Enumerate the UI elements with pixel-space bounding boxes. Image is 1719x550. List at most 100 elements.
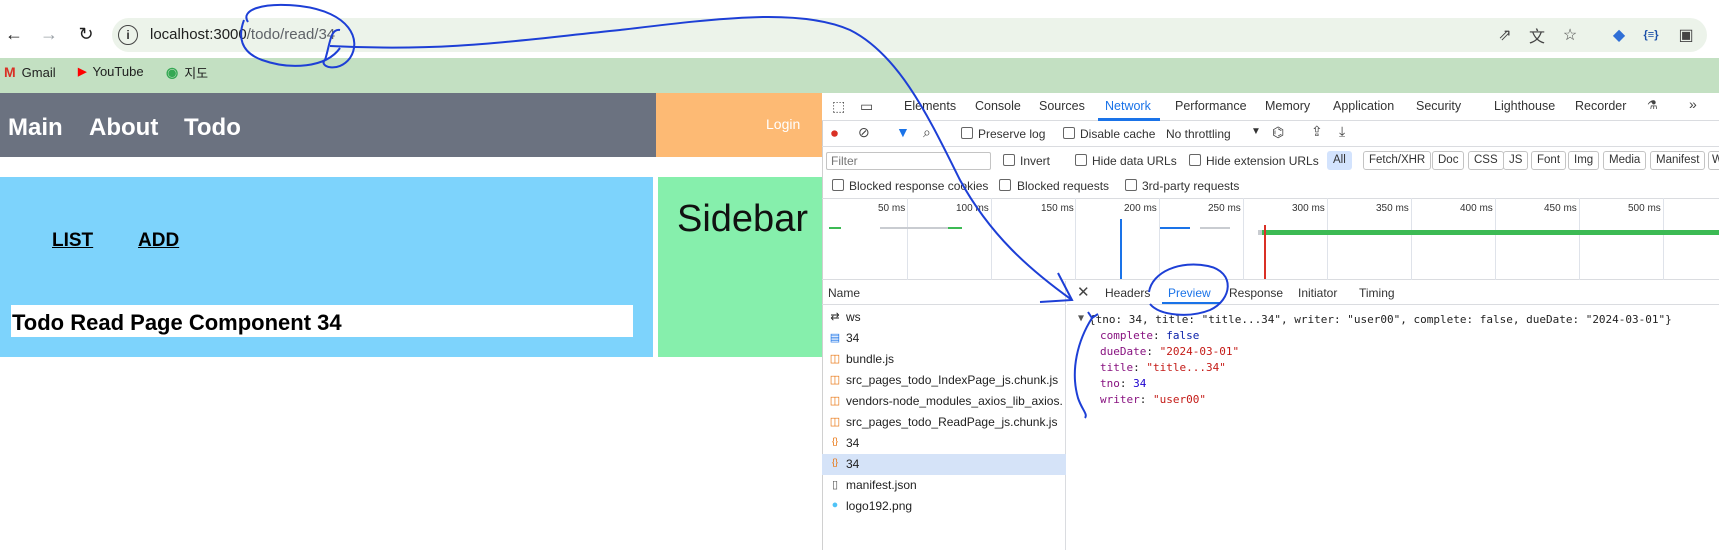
type-filter-fetch[interactable]: Fetch/XHR: [1363, 151, 1432, 170]
network-conditions-icon[interactable]: ⌬: [1272, 124, 1284, 141]
json-extension-icon[interactable]: {≡}: [1640, 24, 1662, 46]
timeline-tick: 150 ms: [1041, 203, 1074, 214]
type-filter-ws[interactable]: W: [1708, 151, 1719, 170]
timeline-bar: [1258, 230, 1719, 235]
request-row[interactable]: ◫ src_pages_todo_IndexPage_js.chunk.js: [822, 370, 1066, 391]
record-stop-icon[interactable]: ⏺: [831, 125, 838, 142]
bookmarks-bar: [0, 58, 1719, 93]
preview-summary[interactable]: {tno: 34, title: "title...34", writer: "…: [1089, 313, 1672, 326]
site-info-icon[interactable]: i: [118, 25, 138, 45]
preserve-log-label: Preserve log: [978, 127, 1046, 141]
type-filter-all[interactable]: All: [1327, 151, 1352, 170]
timeline-tick: 100 ms: [956, 203, 989, 214]
clear-icon[interactable]: ⊘: [858, 124, 870, 141]
nav-about[interactable]: About: [89, 114, 158, 142]
tab-preview[interactable]: Preview: [1168, 286, 1211, 300]
type-filter-js[interactable]: JS: [1503, 151, 1529, 170]
translate-icon[interactable]: 文: [1526, 24, 1548, 46]
fetch-icon: {}: [831, 457, 838, 467]
tab-application[interactable]: Application: [1333, 99, 1394, 113]
open-external-icon[interactable]: ⇗: [1494, 24, 1516, 46]
request-row[interactable]: ▯ manifest.json: [822, 475, 1066, 496]
type-filter-img[interactable]: Img: [1568, 151, 1600, 170]
reload-icon[interactable]: ↻: [72, 20, 100, 48]
disable-cache-checkbox[interactable]: [1063, 127, 1075, 139]
tab-response[interactable]: Response: [1229, 286, 1283, 300]
hide-extension-urls-checkbox[interactable]: [1189, 154, 1201, 166]
list-link[interactable]: LIST: [52, 230, 93, 252]
address-bar[interactable]: [112, 18, 1707, 52]
invert-label: Invert: [1020, 154, 1051, 168]
forward-arrow-icon[interactable]: →: [35, 20, 63, 48]
request-row[interactable]: ⇄ ws: [822, 307, 1066, 328]
request-row[interactable]: {} 34: [822, 433, 1066, 454]
tab-console[interactable]: Console: [975, 99, 1021, 113]
timeline-gridline: [1579, 198, 1580, 280]
expand-triangle-icon[interactable]: ▼: [1078, 313, 1084, 324]
close-icon[interactable]: ✕: [1077, 283, 1090, 301]
tab-performance[interactable]: Performance: [1175, 99, 1247, 113]
bookmark-label: 지도: [184, 66, 209, 81]
search-icon[interactable]: ⌕: [923, 124, 931, 141]
extension-icon[interactable]: ◆: [1608, 24, 1630, 46]
type-filter-css[interactable]: CSS: [1468, 151, 1504, 170]
invert-checkbox[interactable]: [1003, 154, 1015, 166]
request-row-selected[interactable]: {} 34: [822, 454, 1066, 475]
tab-initiator[interactable]: Initiator: [1298, 286, 1337, 300]
request-row[interactable]: ▤ 34: [822, 328, 1066, 349]
tab-timing[interactable]: Timing: [1359, 286, 1395, 300]
third-party-checkbox[interactable]: [1125, 179, 1137, 191]
tab-recorder[interactable]: Recorder: [1575, 99, 1626, 113]
field-key: complete: [1100, 329, 1153, 342]
chevron-down-icon[interactable]: ▼: [1251, 126, 1261, 137]
filter-input[interactable]: [826, 152, 991, 170]
filter-icon[interactable]: ▼: [896, 124, 910, 140]
fetch-icon: {}: [831, 436, 838, 446]
type-filter-font[interactable]: Font: [1531, 151, 1567, 170]
bookmark-gmail[interactable]: M Gmail: [4, 64, 56, 80]
add-link[interactable]: ADD: [138, 230, 179, 252]
blocked-cookies-checkbox[interactable]: [832, 179, 844, 191]
hide-data-urls-checkbox[interactable]: [1075, 154, 1087, 166]
device-toolbar-icon[interactable]: ▭: [860, 98, 873, 115]
profile-icon[interactable]: ▣: [1675, 24, 1697, 46]
tab-security[interactable]: Security: [1416, 99, 1461, 113]
tab-network[interactable]: Network: [1105, 99, 1151, 113]
back-arrow-icon[interactable]: ←: [0, 20, 28, 48]
request-name: ws: [846, 310, 861, 324]
tab-headers[interactable]: Headers: [1105, 286, 1150, 300]
export-har-icon[interactable]: ⤓: [1339, 123, 1345, 140]
bookmark-star-icon[interactable]: ☆: [1559, 24, 1581, 46]
nav-main[interactable]: Main: [8, 114, 63, 142]
inspect-element-icon[interactable]: ⬚: [832, 98, 845, 115]
blocked-requests-checkbox[interactable]: [999, 179, 1011, 191]
type-filter-manifest[interactable]: Manifest: [1650, 151, 1706, 170]
bookmark-label: Gmail: [21, 64, 56, 80]
request-row[interactable]: ◫ bundle.js: [822, 349, 1066, 370]
more-tabs-icon[interactable]: »: [1689, 96, 1697, 112]
youtube-icon: ▶: [78, 66, 87, 78]
tab-lighthouse[interactable]: Lighthouse: [1494, 99, 1555, 113]
nav-todo[interactable]: Todo: [184, 114, 241, 142]
script-icon: ◫: [829, 416, 841, 428]
name-column-header[interactable]: Name: [828, 286, 860, 300]
read-page-title: Todo Read Page Component 34: [12, 310, 342, 335]
tab-sources[interactable]: Sources: [1039, 99, 1085, 113]
url-text[interactable]: localhost:3000/todo/read/34: [150, 26, 335, 43]
import-har-icon[interactable]: ⇪: [1311, 123, 1323, 140]
request-row[interactable]: ● logo192.png: [822, 496, 1066, 517]
login-link[interactable]: Login: [766, 116, 800, 132]
bookmark-maps[interactable]: ◉ 지도: [166, 63, 208, 82]
type-filter-media[interactable]: Media: [1603, 151, 1647, 170]
tab-elements[interactable]: Elements: [904, 99, 956, 113]
field-value: "2024-03-01": [1159, 345, 1240, 358]
timeline-gridline: [1411, 198, 1412, 280]
type-filter-doc[interactable]: Doc: [1432, 151, 1465, 170]
preserve-log-checkbox[interactable]: [961, 127, 973, 139]
recorder-flask-icon: ⚗: [1647, 98, 1658, 112]
bookmark-youtube[interactable]: ▶ YouTube: [78, 64, 144, 79]
request-row[interactable]: ◫ src_pages_todo_ReadPage_js.chunk.js: [822, 412, 1066, 433]
throttling-select[interactable]: No throttling: [1166, 127, 1231, 141]
request-row[interactable]: ◫ vendors-node_modules_axios_lib_axios..…: [822, 391, 1066, 412]
tab-memory[interactable]: Memory: [1265, 99, 1310, 113]
